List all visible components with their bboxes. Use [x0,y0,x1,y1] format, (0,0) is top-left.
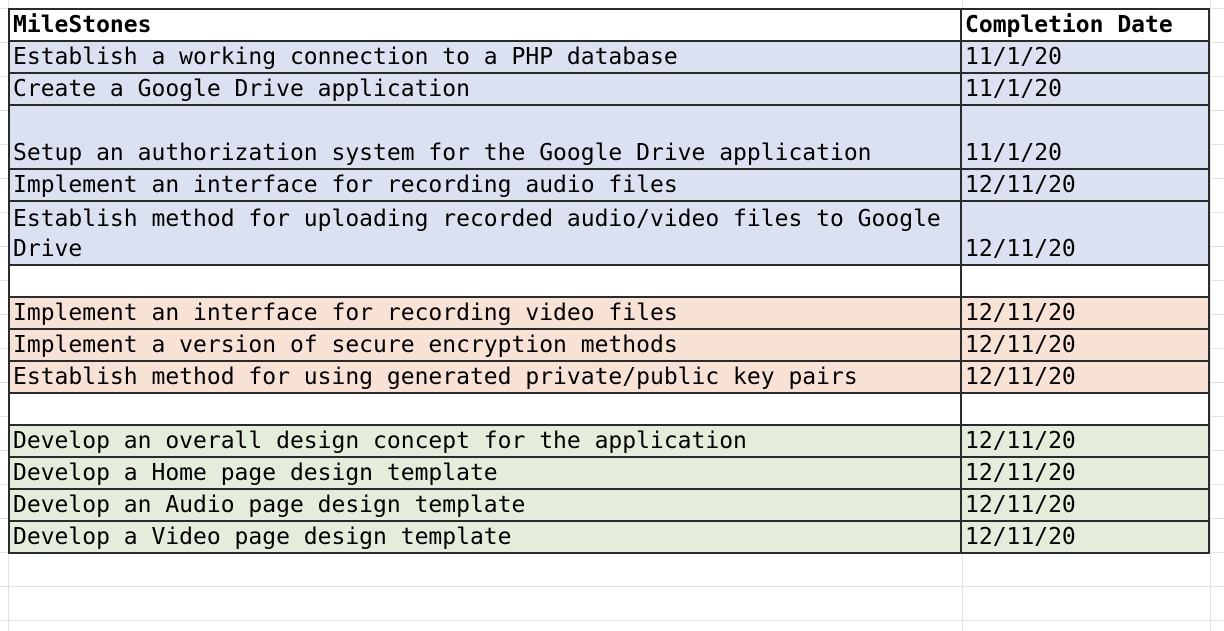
table-row: Establish a working connection to a PHP … [8,40,1210,74]
milestone-cell[interactable]: Develop an Audio page design template [8,488,962,522]
date-cell[interactable]: 12/11/20 [960,360,1210,394]
table-row: Implement a version of secure encryption… [8,328,1210,362]
date-cell[interactable]: 12/11/20 [960,200,1210,266]
table-row: Establish method for using generated pri… [8,360,1210,394]
date-cell[interactable]: 12/11/20 [960,296,1210,330]
milestone-cell[interactable]: Implement a version of secure encryption… [8,328,962,362]
table-row: Implement an interface for recording aud… [8,168,1210,202]
milestone-cell[interactable]: Implement an interface for recording aud… [8,168,962,202]
date-cell[interactable]: 12/11/20 [960,424,1210,458]
milestone-cell[interactable]: Establish method for using generated pri… [8,360,962,394]
milestone-cell[interactable]: Develop a Video page design template [8,520,962,554]
milestone-cell[interactable]: Develop a Home page design template [8,456,962,490]
date-cell[interactable]: 12/11/20 [960,168,1210,202]
date-cell[interactable]: 11/1/20 [960,72,1210,106]
table-row: Develop an Audio page design template 12… [8,488,1210,522]
milestone-cell[interactable]: Create a Google Drive application [8,72,962,106]
table-row: Setup an authorization system for the Go… [8,104,1210,170]
table-row: Develop a Video page design template 12/… [8,520,1210,554]
table-row: Establish method for uploading recorded … [8,200,1210,266]
empty-cell[interactable] [960,264,1210,298]
date-cell[interactable]: 12/11/20 [960,456,1210,490]
date-cell[interactable]: 12/11/20 [960,328,1210,362]
milestones-table: MileStones Completion Date Establish a w… [8,8,1210,554]
table-row: Create a Google Drive application 11/1/2… [8,72,1210,106]
date-cell[interactable]: 11/1/20 [960,40,1210,74]
milestone-cell[interactable]: Develop an overall design concept for th… [8,424,962,458]
empty-row [8,392,1210,426]
milestone-cell[interactable]: Establish method for uploading recorded … [8,200,962,266]
table-row: Implement an interface for recording vid… [8,296,1210,330]
empty-cell[interactable] [960,392,1210,426]
sheet-gridline-col [1210,0,1211,631]
empty-row [8,264,1210,298]
empty-cell[interactable] [8,392,962,426]
milestone-cell[interactable]: Implement an interface for recording vid… [8,296,962,330]
milestone-cell[interactable]: Establish a working connection to a PHP … [8,40,962,74]
empty-cell[interactable] [8,264,962,298]
header-cell-completion-date[interactable]: Completion Date [960,8,1210,42]
date-cell[interactable]: 12/11/20 [960,520,1210,554]
date-cell[interactable]: 12/11/20 [960,488,1210,522]
date-cell[interactable]: 11/1/20 [960,104,1210,170]
table-row: Develop an overall design concept for th… [8,424,1210,458]
header-row: MileStones Completion Date [8,8,1210,42]
header-cell-milestones[interactable]: MileStones [8,8,962,42]
milestone-cell[interactable]: Setup an authorization system for the Go… [8,104,962,170]
table-row: Develop a Home page design template 12/1… [8,456,1210,490]
